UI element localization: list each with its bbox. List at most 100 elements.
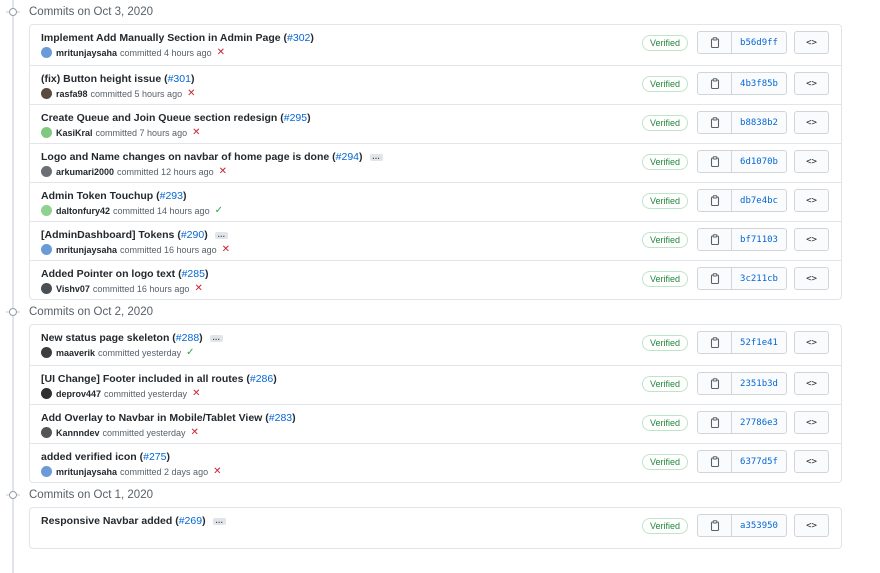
pr-link[interactable]: #293 (160, 190, 183, 202)
copy-sha-button[interactable] (698, 112, 732, 133)
status-icon[interactable]: ✕ (222, 244, 230, 255)
verified-badge[interactable]: Verified (642, 454, 688, 470)
commit-sha-link[interactable]: 27786e3 (732, 412, 786, 433)
verified-badge[interactable]: Verified (642, 232, 688, 248)
copy-sha-button[interactable] (698, 451, 732, 472)
copy-sha-button[interactable] (698, 268, 732, 289)
commit-title[interactable]: Add Overlay to Navbar in Mobile/Tablet V… (41, 412, 262, 424)
browse-repo-button[interactable]: <> (794, 72, 829, 95)
verified-badge[interactable]: Verified (642, 115, 688, 131)
commit-sha-link[interactable]: a353950 (732, 515, 786, 536)
status-icon[interactable]: ✕ (191, 427, 199, 438)
avatar[interactable] (41, 88, 52, 99)
pr-link[interactable]: #286 (250, 373, 273, 385)
commit-author[interactable]: maaverik (56, 348, 95, 358)
pr-link[interactable]: #283 (269, 412, 292, 424)
browse-repo-button[interactable]: <> (794, 514, 829, 537)
status-icon[interactable]: ✕ (192, 127, 200, 138)
copy-sha-button[interactable] (698, 73, 732, 94)
commit-author[interactable]: arkumari2000 (56, 167, 114, 177)
commit-author[interactable]: daltonfury42 (56, 206, 110, 216)
status-icon[interactable]: ✕ (219, 166, 227, 177)
pr-link[interactable]: #295 (284, 112, 307, 124)
commit-author[interactable]: mritunjaysaha (56, 467, 117, 477)
commit-author[interactable]: mritunjaysaha (56, 245, 117, 255)
copy-sha-button[interactable] (698, 151, 732, 172)
commit-sha-link[interactable]: 6377d5f (732, 451, 786, 472)
verified-badge[interactable]: Verified (642, 76, 688, 92)
status-icon[interactable]: ✕ (187, 88, 195, 99)
status-icon[interactable]: ✕ (194, 283, 202, 294)
expand-ellipsis-button[interactable]: … (369, 152, 383, 161)
commit-sha-link[interactable]: b56d9ff (732, 32, 786, 53)
browse-repo-button[interactable]: <> (794, 372, 829, 395)
commit-sha-link[interactable]: 52f1e41 (732, 332, 786, 353)
commit-title[interactable]: New status page skeleton (41, 332, 169, 344)
commit-sha-link[interactable]: 6d1070b (732, 151, 786, 172)
avatar[interactable] (41, 283, 52, 294)
verified-badge[interactable]: Verified (642, 518, 688, 534)
pr-link[interactable]: #302 (287, 32, 310, 44)
avatar[interactable] (41, 388, 52, 399)
status-icon[interactable]: ✕ (217, 47, 225, 58)
verified-badge[interactable]: Verified (642, 193, 688, 209)
pr-link[interactable]: #290 (181, 229, 204, 241)
commit-author[interactable]: rasfa98 (56, 89, 88, 99)
commit-author[interactable]: mritunjaysaha (56, 48, 117, 58)
verified-badge[interactable]: Verified (642, 271, 688, 287)
commit-title[interactable]: added verified icon (41, 451, 137, 463)
browse-repo-button[interactable]: <> (794, 331, 829, 354)
status-icon[interactable]: ✕ (213, 466, 221, 477)
pr-link[interactable]: #275 (143, 451, 166, 463)
commit-sha-link[interactable]: bf71103 (732, 229, 786, 250)
status-icon[interactable]: ✓ (186, 347, 194, 358)
pr-link[interactable]: #294 (336, 151, 359, 163)
browse-repo-button[interactable]: <> (794, 267, 829, 290)
verified-badge[interactable]: Verified (642, 415, 688, 431)
copy-sha-button[interactable] (698, 32, 732, 53)
browse-repo-button[interactable]: <> (794, 228, 829, 251)
copy-sha-button[interactable] (698, 373, 732, 394)
commit-title[interactable]: Implement Add Manually Section in Admin … (41, 32, 281, 44)
commit-author[interactable]: KasiKral (56, 128, 93, 138)
avatar[interactable] (41, 427, 52, 438)
avatar[interactable] (41, 347, 52, 358)
commit-sha-link[interactable]: 4b3f85b (732, 73, 786, 94)
commit-title[interactable]: Responsive Navbar added (41, 515, 172, 527)
browse-repo-button[interactable]: <> (794, 150, 829, 173)
avatar[interactable] (41, 127, 52, 138)
copy-sha-button[interactable] (698, 412, 732, 433)
commit-author[interactable]: deprov447 (56, 389, 101, 399)
commit-title[interactable]: [UI Change] Footer included in all route… (41, 373, 243, 385)
copy-sha-button[interactable] (698, 332, 732, 353)
commit-title[interactable]: Logo and Name changes on navbar of home … (41, 151, 329, 163)
expand-ellipsis-button[interactable]: … (209, 333, 223, 342)
commit-sha-link[interactable]: b8838b2 (732, 112, 786, 133)
pr-link[interactable]: #285 (182, 268, 205, 280)
avatar[interactable] (41, 166, 52, 177)
avatar[interactable] (41, 47, 52, 58)
avatar[interactable] (41, 205, 52, 216)
pr-link[interactable]: #269 (179, 515, 202, 527)
pr-link[interactable]: #288 (176, 332, 199, 344)
status-icon[interactable]: ✕ (192, 388, 200, 399)
commit-sha-link[interactable]: db7e4bc (732, 190, 786, 211)
commit-title[interactable]: [AdminDashboard] Tokens (41, 229, 174, 241)
browse-repo-button[interactable]: <> (794, 189, 829, 212)
commit-title[interactable]: (fix) Button height issue (41, 73, 161, 85)
copy-sha-button[interactable] (698, 229, 732, 250)
browse-repo-button[interactable]: <> (794, 450, 829, 473)
verified-badge[interactable]: Verified (642, 335, 688, 351)
verified-badge[interactable]: Verified (642, 35, 688, 51)
browse-repo-button[interactable]: <> (794, 411, 829, 434)
commit-title[interactable]: Create Queue and Join Queue section rede… (41, 112, 277, 124)
commit-author[interactable]: Kannndev (56, 428, 100, 438)
avatar[interactable] (41, 244, 52, 255)
commit-author[interactable]: Vishv07 (56, 284, 90, 294)
verified-badge[interactable]: Verified (642, 376, 688, 392)
status-icon[interactable]: ✓ (215, 205, 223, 216)
pr-link[interactable]: #301 (168, 73, 191, 85)
copy-sha-button[interactable] (698, 190, 732, 211)
commit-title[interactable]: Admin Token Touchup (41, 190, 153, 202)
expand-ellipsis-button[interactable]: … (214, 230, 228, 239)
